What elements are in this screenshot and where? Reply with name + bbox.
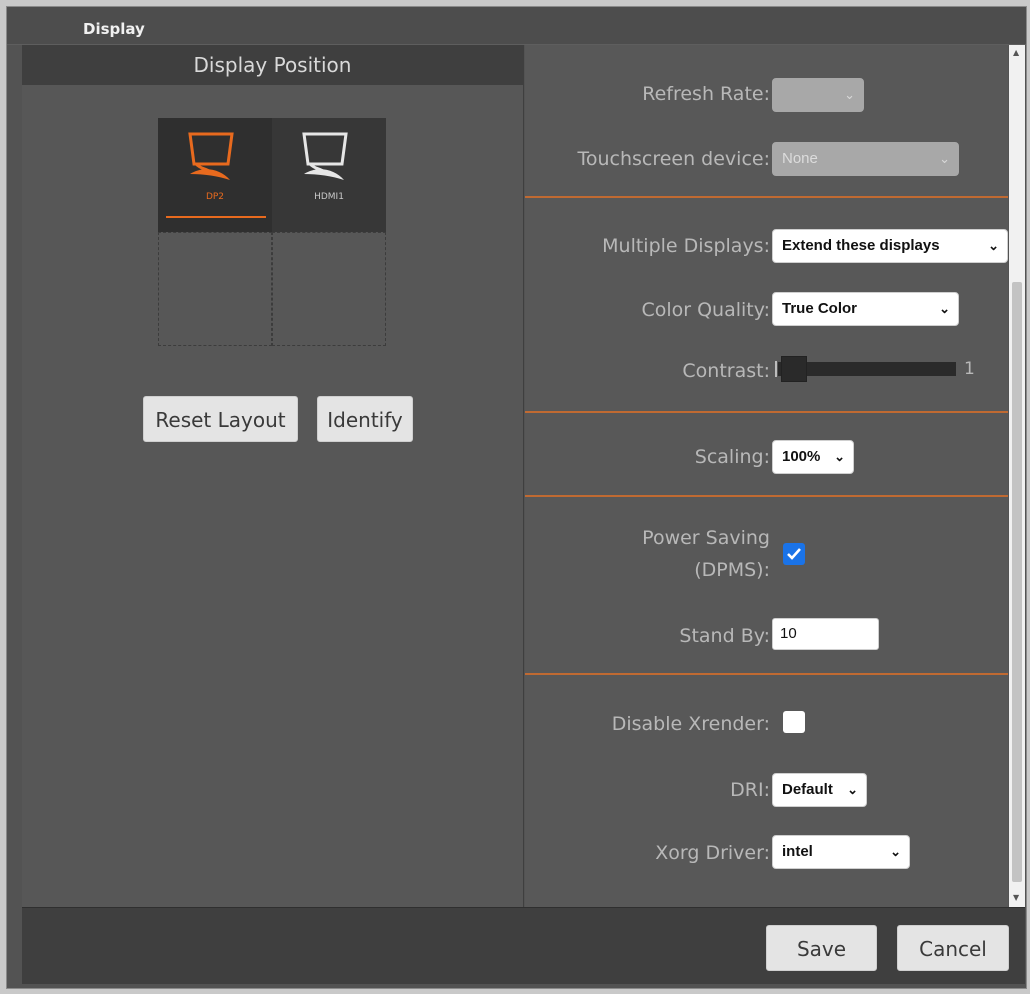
multiple-displays-select[interactable]: Extend these displays ⌄ <box>772 229 1008 263</box>
touchscreen-value: None <box>782 150 818 167</box>
section-divider <box>525 673 1008 675</box>
disable-xrender-label: Disable Xrender: <box>611 713 770 735</box>
section-divider <box>525 495 1008 497</box>
identify-button[interactable]: Identify <box>317 396 413 442</box>
window-title: Display <box>83 20 145 38</box>
chevron-down-icon: ⌄ <box>939 301 950 316</box>
multiple-displays-value: Extend these displays <box>782 237 940 254</box>
display-settings-panel: Refresh Rate: ⌄ Touchscreen device: None… <box>525 45 1008 907</box>
section-divider <box>525 196 1008 198</box>
grid-cell <box>158 232 272 346</box>
scrollbar-thumb[interactable] <box>1012 282 1022 882</box>
contrast-slider-thumb[interactable] <box>781 356 807 382</box>
refresh-rate-select[interactable]: ⌄ <box>772 78 864 112</box>
contrast-label: Contrast: <box>682 360 770 382</box>
cancel-button[interactable]: Cancel <box>897 925 1009 971</box>
display-label: HDMI1 <box>314 192 344 202</box>
grid-cell <box>272 232 386 346</box>
chevron-down-icon: ⌄ <box>847 782 858 797</box>
multiple-displays-label: Multiple Displays: <box>602 235 770 257</box>
monitor-icon <box>188 132 234 180</box>
title-bar[interactable]: Display <box>7 7 1026 45</box>
active-display-indicator <box>166 216 266 218</box>
color-quality-label: Color Quality: <box>641 299 770 321</box>
chevron-down-icon: ⌄ <box>834 449 845 464</box>
scaling-label: Scaling: <box>694 446 770 468</box>
xorg-driver-label: Xorg Driver: <box>655 842 770 864</box>
slider-min-tick <box>775 361 777 377</box>
disable-xrender-checkbox[interactable] <box>783 711 805 733</box>
dialog-footer: Save Cancel <box>22 907 1025 984</box>
checkmark-icon <box>787 548 801 560</box>
dri-label: DRI: <box>730 779 770 801</box>
color-quality-value: True Color <box>782 300 858 317</box>
power-saving-checkbox[interactable] <box>783 543 805 565</box>
display-dialog: Display Display Position DP2 HDMI1 Reset… <box>6 6 1027 989</box>
display-position-header: Display Position <box>22 45 523 85</box>
dri-value: Default <box>782 781 833 798</box>
save-button[interactable]: Save <box>766 925 877 971</box>
display-layout-grid: DP2 HDMI1 <box>158 118 386 346</box>
xorg-driver-value: intel <box>782 843 813 860</box>
xorg-driver-select[interactable]: intel ⌄ <box>772 835 910 869</box>
monitor-icon <box>302 132 348 180</box>
chevron-down-icon: ⌄ <box>890 844 901 859</box>
power-saving-label-line2: (DPMS): <box>694 559 770 581</box>
power-saving-label-line1: Power Saving <box>642 527 770 549</box>
scaling-select[interactable]: 100% ⌄ <box>772 440 854 474</box>
scaling-value: 100% <box>782 448 821 465</box>
chevron-down-icon: ⌄ <box>988 238 999 253</box>
chevron-down-icon: ⌄ <box>939 151 950 166</box>
touchscreen-select[interactable]: None ⌄ <box>772 142 959 176</box>
reset-layout-button[interactable]: Reset Layout <box>143 396 298 442</box>
section-divider <box>525 411 1008 413</box>
refresh-rate-label: Refresh Rate: <box>642 83 770 105</box>
display-label: DP2 <box>205 192 225 202</box>
stand-by-label: Stand By: <box>679 625 770 647</box>
chevron-down-icon: ⌄ <box>844 87 855 102</box>
display-position-panel: Display Position DP2 HDMI1 Reset Layout … <box>22 45 524 907</box>
display-dp2-tile[interactable]: DP2 <box>158 118 272 232</box>
settings-scrollbar[interactable]: ▲ ▼ <box>1009 45 1025 907</box>
contrast-value: 1 <box>964 359 975 379</box>
scroll-down-icon[interactable]: ▼ <box>1013 893 1019 902</box>
color-quality-select[interactable]: True Color ⌄ <box>772 292 959 326</box>
dri-select[interactable]: Default ⌄ <box>772 773 867 807</box>
display-hdmi1-tile[interactable]: HDMI1 <box>272 118 386 232</box>
touchscreen-label: Touchscreen device: <box>577 148 770 170</box>
scroll-up-icon[interactable]: ▲ <box>1013 48 1019 57</box>
stand-by-input[interactable]: 10 <box>772 618 879 650</box>
